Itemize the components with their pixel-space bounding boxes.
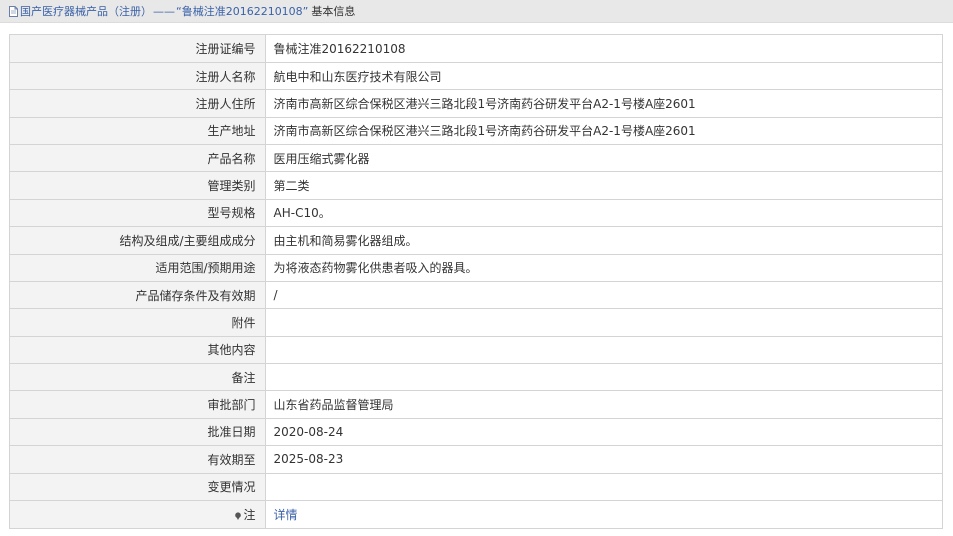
table-row: 生产地址 济南市高新区综合保税区港兴三路北段1号济南药谷研发平台A2-1号楼A座… bbox=[10, 117, 942, 146]
note-row: 注 详情 bbox=[10, 500, 942, 528]
table-row: 附件 bbox=[10, 308, 942, 337]
row-value: 由主机和简易雾化器组成。 bbox=[265, 226, 942, 255]
table-row: 产品名称 医用压缩式雾化器 bbox=[10, 144, 942, 173]
row-label: 结构及组成/主要组成成分 bbox=[10, 226, 266, 255]
row-value bbox=[265, 363, 942, 392]
row-label: 产品名称 bbox=[10, 144, 266, 173]
table-row: 注册证编号 鲁械注准20162210108 bbox=[10, 35, 942, 63]
row-label: 批准日期 bbox=[10, 418, 266, 447]
note-label-cell: 注 bbox=[10, 500, 266, 528]
table-row: 产品储存条件及有效期 / bbox=[10, 281, 942, 310]
row-value: 济南市高新区综合保税区港兴三路北段1号济南药谷研发平台A2-1号楼A座2601 bbox=[265, 117, 942, 146]
row-value bbox=[265, 308, 942, 337]
row-label: 变更情况 bbox=[10, 473, 266, 501]
row-value: AH-C10。 bbox=[265, 199, 942, 228]
table-row: 其他内容 bbox=[10, 336, 942, 365]
row-label: 生产地址 bbox=[10, 117, 266, 146]
row-value: 医用压缩式雾化器 bbox=[265, 144, 942, 173]
row-value: 济南市高新区综合保税区港兴三路北段1号济南药谷研发平台A2-1号楼A座2601 bbox=[265, 89, 942, 118]
table-row: 有效期至 2025-08-23 bbox=[10, 445, 942, 474]
row-label: 其他内容 bbox=[10, 336, 266, 365]
row-value: / bbox=[265, 281, 942, 310]
row-value: 为将液态药物雾化供患者吸入的器具。 bbox=[265, 254, 942, 282]
table-row: 审批部门 山东省药品监督管理局 bbox=[10, 390, 942, 419]
document-icon bbox=[9, 5, 18, 17]
breadcrumb-root[interactable]: 国产医疗器械产品（注册） bbox=[20, 3, 152, 19]
note-label: 注 bbox=[243, 507, 256, 522]
row-label: 产品储存条件及有效期 bbox=[10, 281, 266, 310]
row-value: 2020-08-24 bbox=[265, 418, 942, 447]
table-row: 注册人住所 济南市高新区综合保税区港兴三路北段1号济南药谷研发平台A2-1号楼A… bbox=[10, 89, 942, 118]
breadcrumb-suffix: 基本信息 bbox=[311, 5, 356, 18]
detail-table: 注册证编号 鲁械注准20162210108 注册人名称 航电中和山东医疗技术有限… bbox=[9, 34, 943, 529]
table-row: 备注 bbox=[10, 363, 942, 392]
breadcrumb-current: “鲁械注准20162210108” bbox=[176, 5, 309, 18]
table-row: 结构及组成/主要组成成分 由主机和简易雾化器组成。 bbox=[10, 226, 942, 255]
row-label: 注册人住所 bbox=[10, 89, 266, 118]
breadcrumb-bar: 国产医疗器械产品（注册） —— “鲁械注准20162210108” 基本信息 bbox=[0, 0, 953, 23]
row-value: 鲁械注准20162210108 bbox=[265, 35, 942, 63]
row-value: 航电中和山东医疗技术有限公司 bbox=[265, 62, 942, 91]
row-label: 注册证编号 bbox=[10, 35, 266, 63]
row-label: 备注 bbox=[10, 363, 266, 392]
table-row: 注册人名称 航电中和山东医疗技术有限公司 bbox=[10, 62, 942, 91]
note-value-cell: 详情 bbox=[265, 500, 942, 528]
pin-icon bbox=[234, 509, 242, 520]
details-link[interactable]: 详情 bbox=[274, 508, 298, 522]
row-value: 2025-08-23 bbox=[265, 445, 942, 474]
row-value bbox=[265, 336, 942, 365]
row-label: 适用范围/预期用途 bbox=[10, 254, 266, 282]
row-label: 注册人名称 bbox=[10, 62, 266, 91]
row-label: 附件 bbox=[10, 308, 266, 337]
row-label: 型号规格 bbox=[10, 199, 266, 228]
row-label: 管理类别 bbox=[10, 171, 266, 200]
row-label: 有效期至 bbox=[10, 445, 266, 474]
breadcrumb-separator: —— bbox=[153, 4, 175, 18]
row-label: 审批部门 bbox=[10, 390, 266, 419]
table-row: 批准日期 2020-08-24 bbox=[10, 418, 942, 447]
row-value: 山东省药品监督管理局 bbox=[265, 390, 942, 419]
table-row: 管理类别 第二类 bbox=[10, 171, 942, 200]
table-row: 变更情况 bbox=[10, 473, 942, 501]
table-row: 适用范围/预期用途 为将液态药物雾化供患者吸入的器具。 bbox=[10, 254, 942, 282]
row-value bbox=[265, 473, 942, 501]
table-row: 型号规格 AH-C10。 bbox=[10, 199, 942, 228]
row-value: 第二类 bbox=[265, 171, 942, 200]
